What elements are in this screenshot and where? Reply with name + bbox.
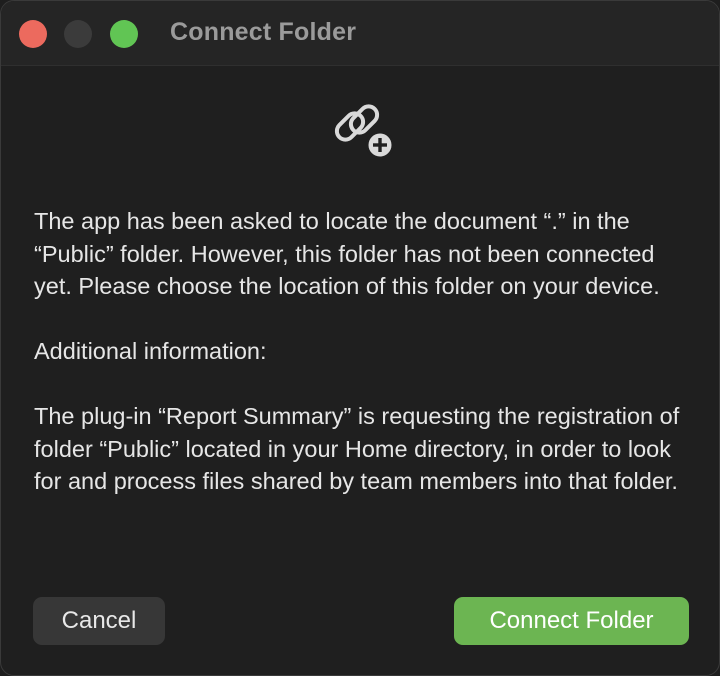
cancel-button[interactable]: Cancel [33,597,165,645]
title-bar: Connect Folder [1,1,719,66]
minimize-window-button[interactable] [64,20,92,48]
message-paragraph-1: The app has been asked to locate the doc… [34,208,660,299]
message-paragraph-3: The plug-in “Report Summary” is requesti… [34,403,680,494]
dialog-window: Connect Folder The app has been asked to… [0,0,720,676]
window-title: Connect Folder [170,18,357,46]
message-paragraph-2: Additional information: [34,338,267,364]
close-window-button[interactable] [19,20,47,48]
zoom-window-button[interactable] [110,20,138,48]
connect-folder-button[interactable]: Connect Folder [454,597,689,645]
dialog-message: The app has been asked to locate the doc… [34,205,694,498]
link-plus-icon [332,102,396,162]
